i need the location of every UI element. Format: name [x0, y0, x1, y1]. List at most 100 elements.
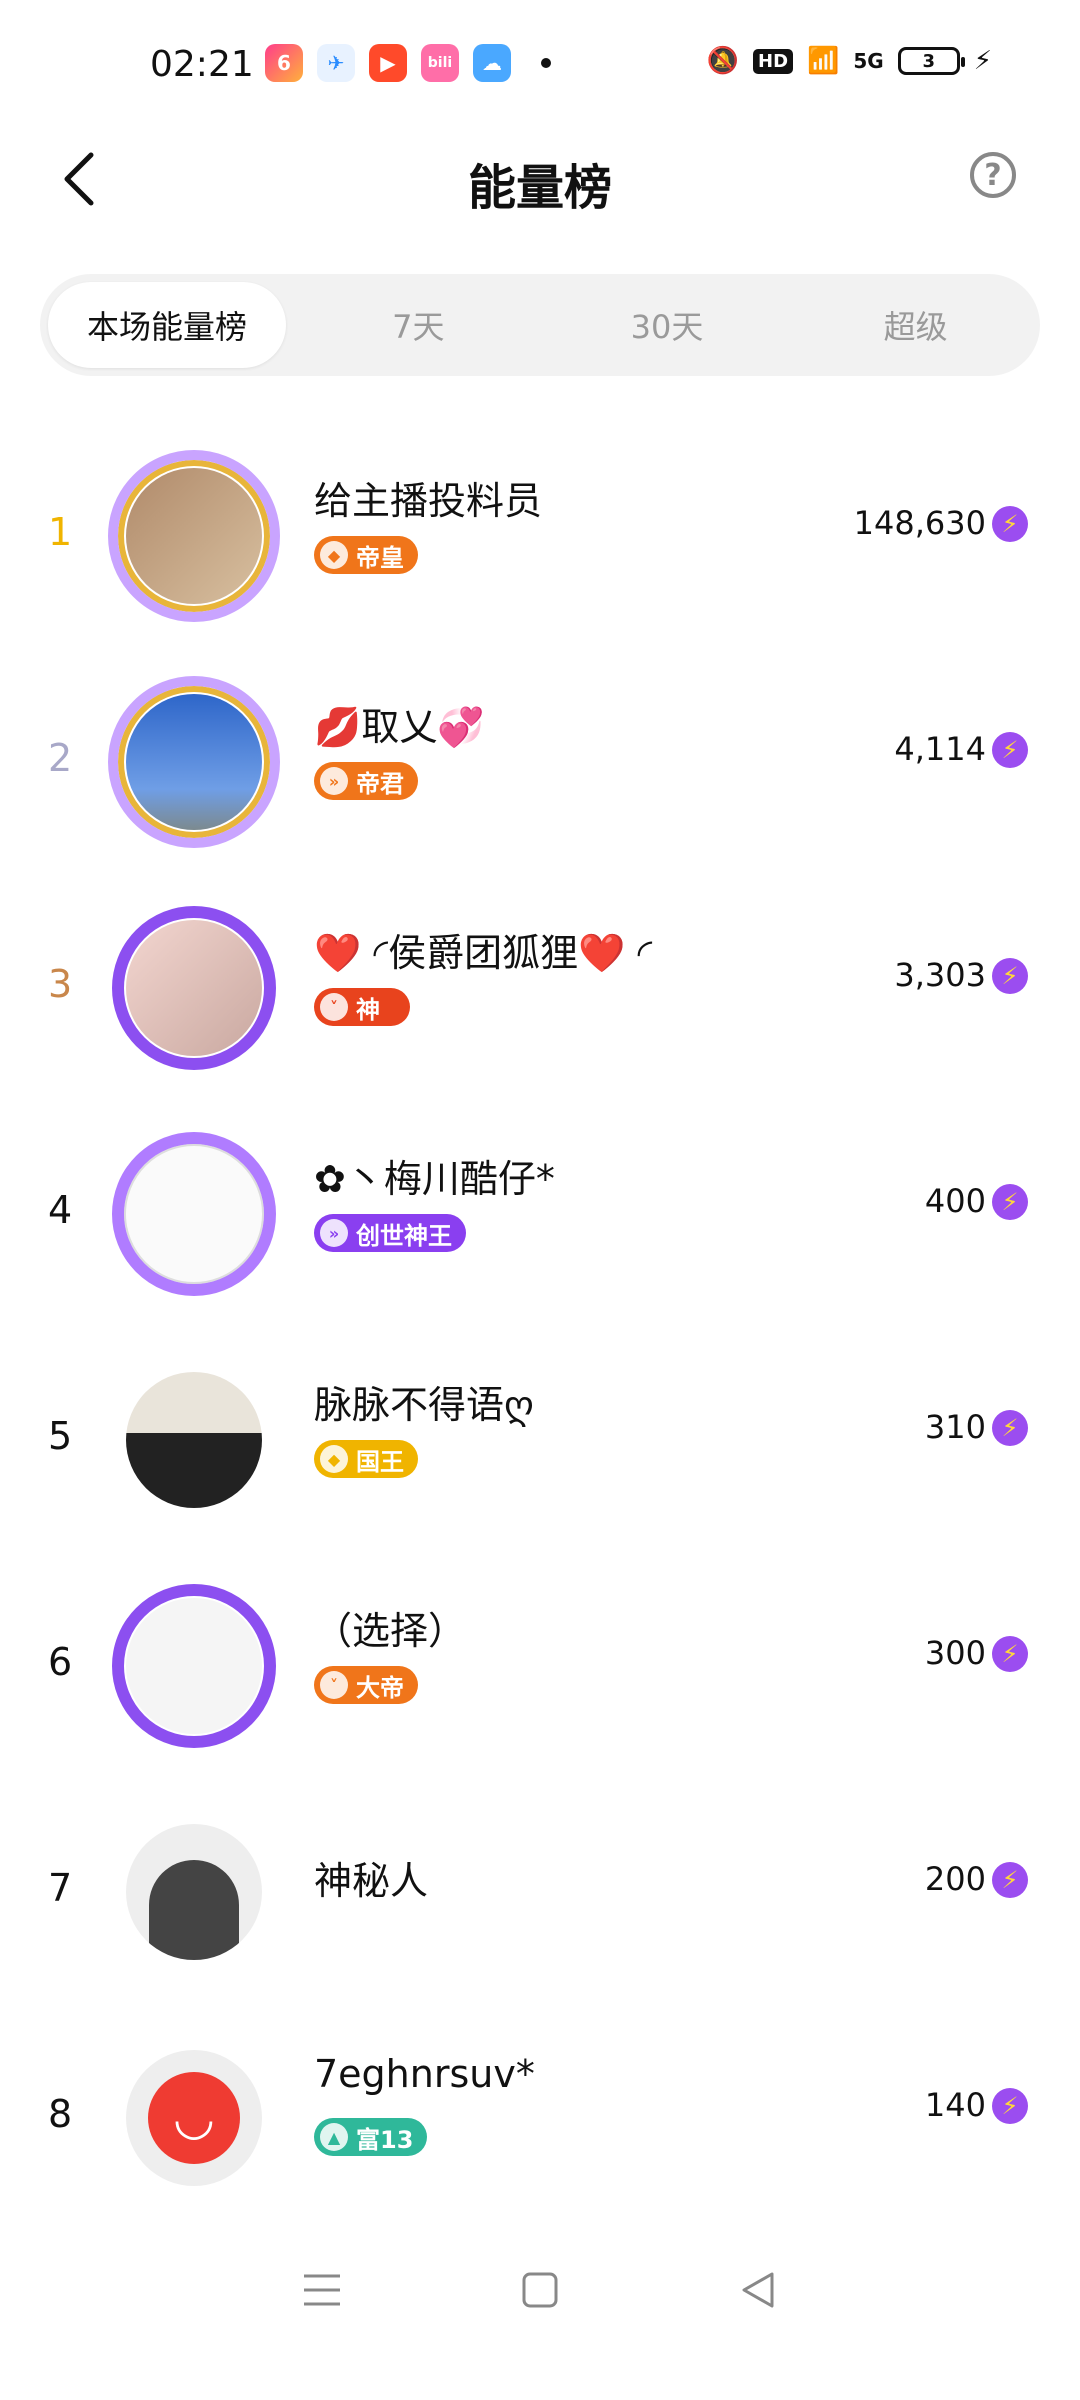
back-triangle-icon: [742, 2272, 774, 2308]
chevron-rank-icon: »: [320, 1219, 348, 1247]
rank-number: 4: [48, 1188, 73, 1232]
app-notification-icon: ✈: [317, 44, 355, 82]
tab-30-days[interactable]: 30天: [543, 274, 792, 376]
user-name: 给主播投料员: [314, 479, 543, 523]
badge-label: 神: [356, 995, 380, 1024]
lightning-icon: ⚡: [992, 1184, 1028, 1220]
level-badge: ▲ 富13: [314, 2118, 428, 2156]
avatar[interactable]: [108, 1580, 280, 1752]
leaderboard-row[interactable]: 4 ✿丶梅川酷仔* » 创世神王 400 ⚡: [0, 1128, 1080, 1354]
rank-number: 3: [48, 962, 73, 1006]
level-badge: » 帝君: [314, 762, 418, 800]
avatar[interactable]: ◡: [108, 2032, 280, 2204]
energy-score: 148,630: [853, 504, 986, 542]
status-bar: 02:21 6 ✈ ▶ bili ☁ 🔕 HD 📶 5G 3 ⚡: [0, 0, 1080, 130]
system-nav-bar: [0, 2230, 1080, 2350]
battery-level: 3: [922, 50, 935, 72]
header: 能量榜 ?: [0, 130, 1080, 230]
back-nav-button[interactable]: [734, 2266, 782, 2314]
leaderboard-row[interactable]: 5 脉脉不得语ღ ◆ 国王 310 ⚡: [0, 1354, 1080, 1580]
question-circle-icon: ?: [984, 157, 1002, 193]
avatar[interactable]: [108, 450, 280, 622]
user-name: （选择）: [314, 1609, 467, 1653]
leaderboard-row[interactable]: 8 ◡ 7eghnrsuv* ▲ 富13 140 ⚡: [0, 2032, 1080, 2258]
badge-label: 大帝: [356, 1673, 404, 1702]
chevron-rank-icon: »: [320, 767, 348, 795]
energy-score: 200: [924, 1860, 986, 1898]
badge-label: 创世神王: [356, 1221, 452, 1250]
lightning-icon: ⚡: [992, 1862, 1028, 1898]
diamond-icon: ◆: [320, 1445, 348, 1473]
mute-icon: 🔕: [706, 46, 739, 76]
rank-number: 7: [48, 1866, 73, 1910]
leaderboard-list: 1 给主播投料员 ◆ 帝皇 148,630 ⚡ 2 💋取乂💞 » 帝君 4,11…: [0, 450, 1080, 2258]
leaderboard-row[interactable]: 6 （选择） ˅ 大帝 300 ⚡: [0, 1580, 1080, 1806]
energy-score: 300: [924, 1634, 986, 1672]
leaderboard-row[interactable]: 2 💋取乂💞 » 帝君 4,114 ⚡: [0, 676, 1080, 902]
level-badge: » 创世神王: [314, 1214, 466, 1252]
badge-label: 帝君: [356, 769, 404, 798]
charging-icon: ⚡: [973, 46, 992, 76]
help-button[interactable]: ?: [970, 152, 1016, 198]
home-button[interactable]: [516, 2266, 564, 2314]
avatar[interactable]: [108, 902, 280, 1074]
mystery-person-icon: [149, 1860, 239, 1960]
menu-icon: [304, 2274, 340, 2306]
leaderboard-row[interactable]: 1 给主播投料员 ◆ 帝皇 148,630 ⚡: [0, 450, 1080, 676]
energy-score: 3,303: [894, 956, 986, 994]
avatar[interactable]: [108, 1354, 280, 1526]
tab-7-days[interactable]: 7天: [294, 274, 543, 376]
level-badge: ˅ 大帝: [314, 1666, 418, 1704]
level-badge: ˅ 神: [314, 988, 410, 1026]
chevron-rank-icon: ˅: [320, 993, 348, 1021]
status-indicators: 🔕 HD 📶 5G 3 ⚡: [707, 46, 992, 76]
wink-face-icon: ◡: [148, 2072, 240, 2164]
lightning-icon: ⚡: [992, 2088, 1028, 2124]
hd-icon: HD: [753, 48, 794, 74]
home-square-icon: [522, 2272, 558, 2308]
user-name: ✿丶梅川酷仔*: [314, 1157, 555, 1201]
avatar[interactable]: [108, 1806, 280, 1978]
battery-icon: 3: [897, 47, 965, 75]
user-name: ❤️ ◜侯爵团狐狸❤️ ◜: [314, 931, 653, 975]
page-title: 能量榜: [467, 160, 612, 216]
badge-label: 国王: [356, 1447, 404, 1476]
user-name: 神秘人: [314, 1859, 429, 1903]
rank-number: 6: [48, 1640, 73, 1684]
energy-score: 4,114: [894, 730, 986, 768]
signal-icon: 5G: [853, 49, 884, 73]
status-time: 02:21: [150, 44, 254, 85]
lightning-icon: ⚡: [992, 732, 1028, 768]
triangle-icon: ▲: [320, 2123, 348, 2151]
lightning-icon: ⚡: [992, 506, 1028, 542]
video-app-icon: ▶: [369, 44, 407, 82]
notification-icons: 6 ✈ ▶ bili ☁: [265, 44, 551, 82]
avatar[interactable]: [108, 676, 280, 848]
rank-number: 8: [48, 2092, 73, 2136]
badge-label: 富13: [356, 2125, 414, 2154]
bilibili-icon: bili: [421, 44, 459, 82]
weather-icon: ☁: [473, 44, 511, 82]
rank-number: 5: [48, 1414, 73, 1458]
tab-current-session[interactable]: 本场能量榜: [48, 282, 286, 368]
lightning-icon: ⚡: [992, 1636, 1028, 1672]
leaderboard-row[interactable]: 7 神秘人 200 ⚡: [0, 1806, 1080, 2032]
user-name: 💋取乂💞: [314, 705, 485, 749]
menu-button[interactable]: [298, 2266, 346, 2314]
energy-score: 140: [924, 2086, 986, 2124]
period-tabs: 本场能量榜 7天 30天 超级: [40, 274, 1040, 376]
user-name: 脉脉不得语ღ: [314, 1383, 534, 1427]
chevron-rank-icon: ˅: [320, 1671, 348, 1699]
energy-score: 400: [924, 1182, 986, 1220]
level-badge: ◆ 国王: [314, 1440, 418, 1478]
leaderboard-row[interactable]: 3 ❤️ ◜侯爵团狐狸❤️ ◜ ˅ 神 3,303 ⚡: [0, 902, 1080, 1128]
avatar[interactable]: [108, 1128, 280, 1300]
diamond-icon: ◆: [320, 541, 348, 569]
more-notifications-dot: [541, 58, 551, 68]
rank-number: 2: [48, 736, 73, 780]
wifi-icon: 📶: [807, 46, 840, 76]
lightning-icon: ⚡: [992, 1410, 1028, 1446]
app-notification-icon: 6: [265, 44, 303, 82]
tab-super[interactable]: 超级: [791, 274, 1040, 376]
badge-label: 帝皇: [356, 543, 404, 572]
